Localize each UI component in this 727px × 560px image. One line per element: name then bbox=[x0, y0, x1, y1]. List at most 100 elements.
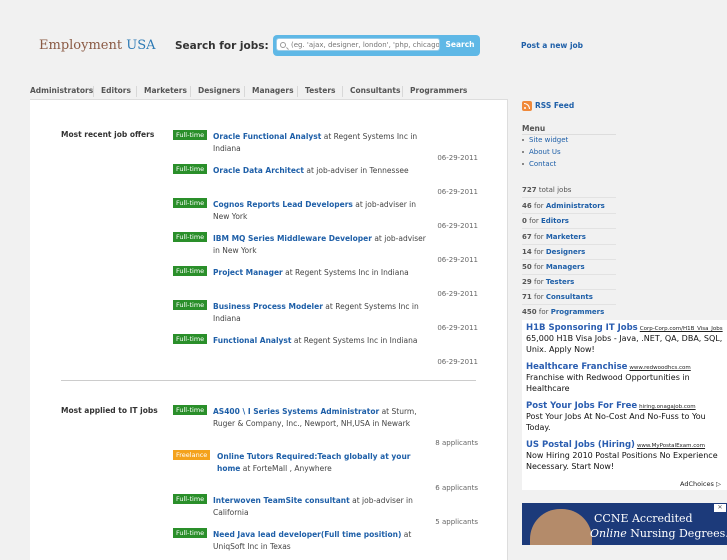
ad-title[interactable]: Post Your Jobs For Free hiring.onagajob.c… bbox=[526, 401, 726, 411]
ad-body: Franchise with Redwood Opportunities in … bbox=[526, 373, 690, 393]
search-input[interactable] bbox=[276, 38, 440, 51]
ad-url[interactable]: www.MyPostalExam.com bbox=[637, 443, 705, 449]
nav-divider bbox=[190, 86, 191, 97]
job-applicants: 6 applicants bbox=[435, 484, 478, 492]
stat-row: 29 for Testers bbox=[522, 278, 574, 286]
close-icon[interactable]: ✕ bbox=[714, 504, 726, 512]
job-title-link[interactable]: IBM MQ Series Middleware Developer bbox=[213, 234, 372, 243]
stat-divider bbox=[522, 289, 616, 290]
main-content: Most recent job offers Full-time Oracle … bbox=[30, 99, 508, 560]
stat-for: for bbox=[533, 248, 544, 256]
stat-category-link[interactable]: Marketers bbox=[546, 233, 586, 241]
stat-row: 450 for Programmers bbox=[522, 308, 604, 316]
job-title-link[interactable]: Need Java lead developer(Full time posit… bbox=[213, 530, 401, 539]
job-date: 06-29-2011 bbox=[437, 222, 478, 230]
ad-body: 65,000 H1B Visa Jobs - Java, .NET, QA, D… bbox=[526, 334, 723, 354]
ad-title[interactable]: H1B Sponsoring IT Jobs Corp-Corp.com/H1B_… bbox=[526, 323, 726, 333]
stat-row: 14 for Designers bbox=[522, 248, 585, 256]
ad-block: H1B Sponsoring IT Jobs Corp-Corp.com/H1B_… bbox=[522, 320, 727, 490]
job-title-link[interactable]: Functional Analyst bbox=[213, 336, 291, 345]
rss-link[interactable]: RSS Feed bbox=[535, 101, 574, 110]
stat-row: 71 for Consultants bbox=[522, 293, 593, 301]
nav-divider bbox=[136, 86, 137, 97]
job-type-badge: Full-time bbox=[173, 334, 208, 344]
stat-count: 450 bbox=[522, 308, 537, 316]
job-type-badge: Full-time bbox=[173, 198, 208, 208]
job-title-link[interactable]: Project Manager bbox=[213, 268, 283, 277]
stat-for: for bbox=[533, 278, 544, 286]
job-text: Project Manager at Regent Systems Inc in… bbox=[213, 267, 428, 279]
stat-category-link[interactable]: Testers bbox=[546, 278, 574, 286]
stat-category-link[interactable]: Programmers bbox=[551, 308, 605, 316]
job-title-link[interactable]: Business Process Modeler bbox=[213, 302, 323, 311]
nav-designers[interactable]: Designers bbox=[198, 86, 240, 95]
ad-title[interactable]: US Postal Jobs (Hiring) www.MyPostalExam.… bbox=[526, 440, 726, 450]
stat-category-link[interactable]: Consultants bbox=[546, 293, 593, 301]
job-title-link[interactable]: Cognos Reports Lead Developers bbox=[213, 200, 353, 209]
nav-divider bbox=[297, 86, 298, 97]
adchoices-link[interactable]: AdChoices ▷ bbox=[680, 480, 721, 488]
menu-heading: Menu bbox=[522, 124, 546, 133]
ad-item[interactable]: H1B Sponsoring IT Jobs Corp-Corp.com/H1B_… bbox=[526, 323, 726, 355]
job-title-link[interactable]: Oracle Functional Analyst bbox=[213, 132, 321, 141]
stat-row: 50 for Managers bbox=[522, 263, 585, 271]
ad-body: Now Hiring 2010 Postal Positions No Expe… bbox=[526, 451, 718, 471]
nav-consultants[interactable]: Consultants bbox=[350, 86, 400, 95]
ad-item[interactable]: US Postal Jobs (Hiring) www.MyPostalExam.… bbox=[526, 440, 726, 472]
stat-category-link[interactable]: Managers bbox=[546, 263, 585, 271]
job-type-badge: Full-time bbox=[173, 164, 208, 174]
ad-title-text: Post Your Jobs For Free bbox=[526, 401, 638, 411]
job-date: 06-29-2011 bbox=[437, 188, 478, 196]
job-date: 06-29-2011 bbox=[437, 256, 478, 264]
stat-category-link[interactable]: Administrators bbox=[546, 202, 605, 210]
section-title-recent: Most recent job offers bbox=[61, 130, 155, 139]
stat-category-link[interactable]: Editors bbox=[541, 217, 569, 225]
ad-url[interactable]: www.redwoodhcs.com bbox=[629, 365, 690, 371]
rss-icon bbox=[522, 101, 532, 111]
logo-text: Employment bbox=[39, 38, 123, 53]
nav-administrators[interactable]: Administrators bbox=[30, 86, 93, 95]
job-type-badge: Full-time bbox=[173, 130, 208, 140]
ad-url[interactable]: Corp-Corp.com/H1B_Visa_Jobs bbox=[640, 326, 723, 332]
stat-count: 0 bbox=[522, 217, 527, 225]
ad-item[interactable]: Healthcare Franchise www.redwoodhcs.com F… bbox=[526, 362, 726, 394]
bullet-icon bbox=[522, 151, 524, 153]
job-type-badge: Freelance bbox=[173, 450, 211, 460]
job-text: Need Java lead developer(Full time posit… bbox=[213, 529, 428, 552]
stat-row: 67 for Marketers bbox=[522, 233, 586, 241]
banner-photo bbox=[530, 509, 592, 545]
job-title-link[interactable]: Interwoven TeamSite consultant bbox=[213, 496, 350, 505]
ad-title-text: US Postal Jobs (Hiring) bbox=[526, 440, 635, 450]
ad-url[interactable]: hiring.onagajob.com bbox=[639, 404, 696, 410]
stat-count: 67 bbox=[522, 233, 532, 241]
stat-for: for bbox=[533, 202, 544, 210]
search-label: Search for jobs: bbox=[175, 40, 269, 52]
post-job-link[interactable]: Post a new job bbox=[521, 41, 583, 50]
ad-title-text: Healthcare Franchise bbox=[526, 362, 628, 372]
job-company: at Regent Systems Inc in Indiana bbox=[282, 268, 409, 277]
job-applicants: 5 applicants bbox=[435, 518, 478, 526]
adchoices-label: AdChoices bbox=[680, 480, 714, 488]
menu-divider bbox=[522, 134, 616, 135]
job-title-link[interactable]: Oracle Data Architect bbox=[213, 166, 304, 175]
menu-item-about-us[interactable]: About Us bbox=[522, 148, 561, 156]
nursing-banner-ad[interactable]: CCNE Accredited Online Nursing Degrees. … bbox=[522, 503, 727, 545]
menu-item-contact[interactable]: Contact bbox=[522, 160, 556, 168]
ad-title[interactable]: Healthcare Franchise www.redwoodhcs.com bbox=[526, 362, 726, 372]
job-title-link[interactable]: AS400 \ I Series Systems Administrator bbox=[213, 407, 379, 416]
stat-category-link[interactable]: Designers bbox=[546, 248, 585, 256]
job-type-badge: Full-time bbox=[173, 528, 208, 538]
ad-item[interactable]: Post Your Jobs For Free hiring.onagajob.c… bbox=[526, 401, 726, 433]
search-button[interactable]: Search bbox=[443, 38, 477, 53]
job-applicants: 8 applicants bbox=[435, 439, 478, 447]
total-label: total jobs bbox=[538, 186, 572, 194]
menu-item-site-widget[interactable]: Site widget bbox=[522, 136, 568, 144]
nav-managers[interactable]: Managers bbox=[252, 86, 294, 95]
nav-editors[interactable]: Editors bbox=[101, 86, 131, 95]
job-company: at ForteMall , Anywhere bbox=[240, 463, 332, 473]
nav-programmers[interactable]: Programmers bbox=[410, 86, 467, 95]
site-logo[interactable]: Employment USA bbox=[39, 38, 155, 53]
nav-marketers[interactable]: Marketers bbox=[144, 86, 187, 95]
nav-testers[interactable]: Testers bbox=[305, 86, 336, 95]
menu-item-label: Site widget bbox=[529, 136, 569, 144]
